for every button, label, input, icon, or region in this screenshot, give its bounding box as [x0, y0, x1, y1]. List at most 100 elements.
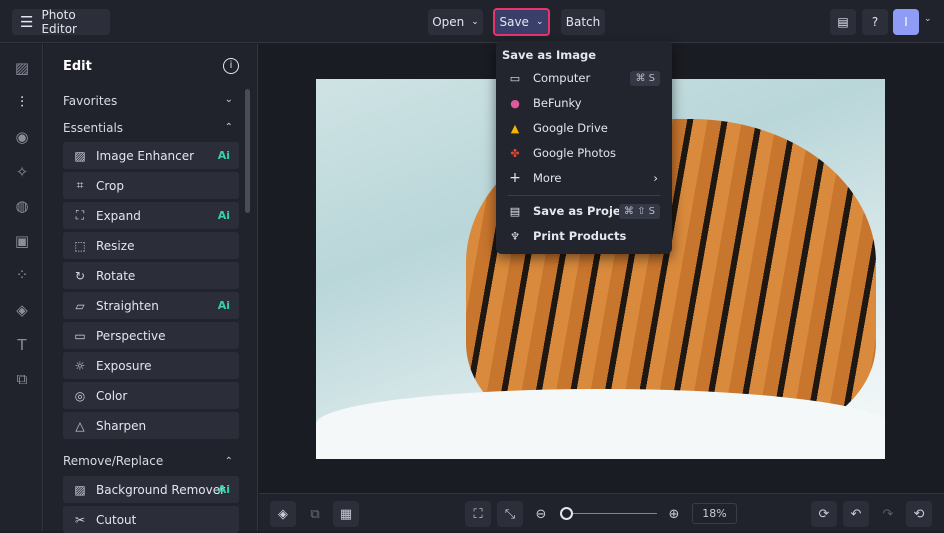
- main-menu-button[interactable]: ☰ Photo Editor: [12, 8, 110, 36]
- info-icon[interactable]: i: [223, 58, 239, 74]
- grid-icon[interactable]: ▦: [333, 501, 359, 527]
- menu-label: More: [533, 171, 562, 185]
- tool-icon: ◎: [74, 388, 86, 403]
- layers-icon[interactable]: ◈: [270, 501, 296, 527]
- tool-icon: ⬚: [74, 238, 86, 253]
- edit-panel: Edit i Favorites ⌄ Essentials ⌃ ▨ Image E…: [44, 44, 258, 533]
- history-icon[interactable]: ⟲: [906, 501, 932, 527]
- app-title: Photo Editor: [41, 8, 77, 36]
- zoom-level[interactable]: 18%: [692, 503, 737, 524]
- remove-replace-section[interactable]: Remove/Replace: [63, 454, 163, 468]
- graphics-icon[interactable]: ⁘: [12, 265, 32, 285]
- menu-item-google-drive[interactable]: ▲ Google Drive: [508, 118, 660, 138]
- open-label: Open: [432, 15, 465, 29]
- tool-item[interactable]: ✂ Cutout: [63, 506, 239, 533]
- menu-item-print-products[interactable]: ♆ Print Products: [508, 226, 660, 246]
- tool-label: Cutout: [96, 512, 137, 527]
- batch-button[interactable]: Batch: [561, 9, 605, 35]
- tool-item[interactable]: ⌗ Crop: [63, 172, 239, 199]
- tool-item[interactable]: ▱ Straighten Ai: [63, 292, 239, 319]
- help-button[interactable]: ?: [862, 9, 888, 35]
- chevron-up-icon[interactable]: ⌃: [225, 456, 233, 467]
- tool-item[interactable]: ☼ Exposure: [63, 352, 239, 379]
- tool-icon: △: [75, 418, 85, 433]
- menu-label: Print Products: [533, 229, 627, 243]
- menu-item-more[interactable]: + More ›: [508, 168, 660, 188]
- tool-icon: ☼: [74, 358, 86, 373]
- favorites-section[interactable]: Favorites: [63, 94, 117, 108]
- briefcase-icon: ▤: [509, 204, 521, 218]
- divider: [508, 195, 660, 196]
- menu-heading: Save as Image: [502, 48, 597, 62]
- tool-item[interactable]: ↻ Rotate: [63, 262, 239, 289]
- avatar-initial: I: [904, 15, 908, 29]
- tool-icon: ▱: [75, 298, 85, 313]
- sparkle-icon[interactable]: ✧: [12, 162, 32, 182]
- menu-item-google-photos[interactable]: ✤ Google Photos: [508, 143, 660, 163]
- menu-item-befunky[interactable]: ● BeFunky: [508, 93, 660, 113]
- sync-icon[interactable]: ⟳: [811, 501, 837, 527]
- essentials-section[interactable]: Essentials: [63, 121, 123, 135]
- tool-label: Exposure: [96, 358, 152, 373]
- image-icon[interactable]: ▨: [12, 58, 32, 78]
- fit-screen-icon[interactable]: ⛶: [465, 501, 491, 527]
- ai-badge: Ai: [217, 483, 230, 496]
- monitor-icon: ▭: [509, 71, 521, 85]
- tool-icon: ⛶: [75, 208, 85, 222]
- eye-icon[interactable]: ◉: [12, 127, 32, 147]
- tool-label: Rotate: [96, 268, 136, 283]
- palette-icon[interactable]: ◍: [12, 196, 32, 216]
- tool-icon: ▨: [74, 482, 86, 497]
- avatar[interactable]: I: [893, 9, 919, 35]
- frame-icon[interactable]: ▣: [12, 231, 32, 251]
- menu-label: Computer: [533, 71, 591, 85]
- menu-item-save-project[interactable]: ▤ Save as Project ⌘ ⇧ S: [508, 201, 660, 221]
- shortcut: ⌘ ⇧ S: [618, 203, 660, 219]
- befunky-icon: ●: [510, 96, 520, 110]
- save-label: Save: [499, 15, 529, 29]
- tool-label: Color: [96, 388, 128, 403]
- save-button[interactable]: Save ⌄: [493, 8, 550, 36]
- save-dropdown-menu: Save as Image ▭ Computer ⌘ S ● BeFunky ▲ Goo…: [496, 41, 672, 254]
- collage-icon[interactable]: ⧉: [12, 369, 32, 389]
- chevron-down-icon[interactable]: ⌄: [924, 14, 932, 24]
- tool-item[interactable]: ▨ Background Remover Ai: [63, 476, 239, 503]
- tool-label: Resize: [96, 238, 135, 253]
- tool-item[interactable]: ◎ Color: [63, 382, 239, 409]
- zoom-slider[interactable]: [559, 507, 657, 520]
- tool-item[interactable]: ⬚ Resize: [63, 232, 239, 259]
- text-icon[interactable]: T: [12, 335, 32, 355]
- menu-label: BeFunky: [533, 96, 582, 110]
- redo-icon[interactable]: ↷: [875, 501, 901, 527]
- chevron-down-icon[interactable]: ⌄: [225, 94, 233, 105]
- chevron-up-icon[interactable]: ⌃: [225, 122, 233, 133]
- tool-icon: ✂: [74, 512, 86, 527]
- panel-scrollbar[interactable]: [245, 89, 250, 213]
- chevron-right-icon: ›: [653, 171, 658, 185]
- copy-icon[interactable]: ⧉: [302, 501, 328, 527]
- tshirt-icon: ♆: [510, 229, 520, 243]
- tool-item[interactable]: ⛶ Expand Ai: [63, 202, 239, 229]
- zoom-slider-handle[interactable]: [559, 507, 573, 520]
- menu-item-computer[interactable]: ▭ Computer ⌘ S: [508, 68, 660, 88]
- tool-item[interactable]: ▭ Perspective: [63, 322, 239, 349]
- tool-item[interactable]: △ Sharpen: [63, 412, 239, 439]
- zoom-in-icon[interactable]: ⊕: [661, 501, 687, 527]
- tool-label: Perspective: [96, 328, 166, 343]
- zoom-out-icon[interactable]: ⊖: [528, 501, 554, 527]
- open-button[interactable]: Open ⌄: [428, 9, 483, 35]
- tool-label: Background Remover: [96, 482, 226, 497]
- help-icon: ?: [871, 15, 879, 29]
- panel-title: Edit: [63, 59, 92, 74]
- tool-label: Image Enhancer: [96, 148, 195, 163]
- texture-icon[interactable]: ◈: [12, 300, 32, 320]
- menu-label: Google Drive: [533, 121, 608, 135]
- tool-item[interactable]: ▨ Image Enhancer Ai: [63, 142, 239, 169]
- undo-icon[interactable]: ↶: [843, 501, 869, 527]
- ai-badge: Ai: [217, 209, 230, 222]
- comments-button[interactable]: ▤: [830, 9, 856, 35]
- actual-size-icon[interactable]: ⤡: [497, 501, 523, 527]
- tool-icon: ⌗: [76, 178, 84, 192]
- sliders-icon[interactable]: ⫶: [12, 92, 32, 112]
- plus-icon: +: [509, 170, 521, 186]
